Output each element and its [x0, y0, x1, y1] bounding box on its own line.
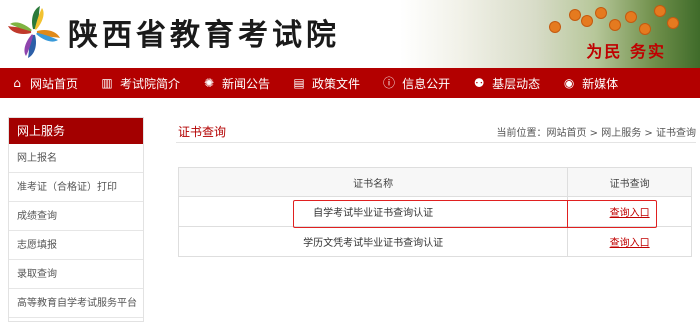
main-nav: ⌂ 网站首页 ▥ 考试院简介 ✺ 新闻公告 ▤ 政策文件 ⓘ 信息公开 ⚉ 基层…: [0, 68, 700, 98]
sidebar-item-scores[interactable]: 成绩查询: [9, 202, 143, 231]
site-title: 陕西省教育考试院: [68, 18, 340, 53]
nav-item-about[interactable]: ▥ 考试院简介: [100, 75, 180, 92]
people-icon: ⚉: [473, 76, 485, 90]
news-icon: ✺: [204, 76, 215, 90]
site-header: 陕西省教育考试院 为民 务实: [0, 0, 700, 68]
breadcrumb: 当前位置：网站首页 > 网上服务 > 证书查询: [497, 124, 697, 139]
certificate-name: 自学考试毕业证书查询认证: [177, 196, 569, 227]
column-header-name: 证书名称: [177, 167, 569, 197]
nav-item-media[interactable]: ◉ 新媒体: [562, 75, 618, 92]
nav-item-policy[interactable]: ▤ 政策文件: [292, 75, 360, 92]
sidebar-item-registration[interactable]: 网上报名: [9, 144, 143, 173]
nav-item-home[interactable]: ⌂ 网站首页: [10, 75, 78, 92]
query-entry-link[interactable]: 查询入口: [610, 238, 650, 249]
sidebar: 网上服务 网上报名 准考证（合格证）打印 成绩查询 志愿填报 录取查询 高等教育…: [8, 117, 144, 322]
pinwheel-logo-icon[interactable]: [6, 4, 62, 60]
page-title: 证书查询: [178, 125, 227, 139]
breadcrumb-home[interactable]: 网站首页: [547, 128, 587, 139]
sidebar-title: 网上服务: [9, 118, 143, 144]
document-icon: ▤: [293, 76, 305, 90]
media-icon: ◉: [563, 76, 575, 90]
table-row: 学历文凭考试毕业证书查询认证 查询入口: [177, 226, 692, 257]
nav-item-news[interactable]: ✺ 新闻公告: [202, 75, 270, 92]
main-content: 证书查询 当前位置：网站首页 > 网上服务 > 证书查询 证书名称 证书查询 自…: [176, 117, 696, 327]
sidebar-item-admission-results[interactable]: 录取查询: [9, 260, 143, 289]
sidebar-item-admission-ticket[interactable]: 准考证（合格证）打印: [9, 173, 143, 202]
breadcrumb-separator: >: [641, 128, 656, 139]
breadcrumb-services[interactable]: 网上服务: [601, 128, 641, 139]
building-icon: ▥: [101, 76, 113, 90]
content-header: 证书查询 当前位置：网站首页 > 网上服务 > 证书查询: [176, 117, 696, 143]
breadcrumb-prefix: 当前位置：: [496, 128, 547, 139]
table-header-row: 证书名称 证书查询: [177, 167, 692, 197]
nav-label: 网站首页: [30, 76, 79, 91]
table-row: 自学考试毕业证书查询认证 查询入口: [177, 196, 692, 227]
nav-label: 考试院简介: [120, 76, 181, 91]
home-icon: ⌂: [13, 76, 21, 90]
breadcrumb-separator: >: [586, 128, 602, 139]
nav-item-local[interactable]: ⚉ 基层动态: [472, 75, 540, 92]
sidebar-item-applications[interactable]: 志愿填报: [9, 231, 143, 260]
breadcrumb-current: 证书查询: [656, 128, 696, 139]
nav-label: 政策文件: [312, 76, 361, 91]
query-entry-link[interactable]: 查询入口: [610, 208, 650, 219]
certificate-table: 证书名称 证书查询 自学考试毕业证书查询认证 查询入口 学历文凭考试毕业证书查询…: [177, 167, 692, 257]
sidebar-item-self-study-platform[interactable]: 高等教育自学考试服务平台: [9, 289, 143, 318]
nav-label: 基层动态: [492, 76, 541, 91]
nav-label: 信息公开: [402, 76, 451, 91]
nav-label: 新闻公告: [222, 76, 271, 91]
column-header-query: 证书查询: [567, 167, 692, 197]
slogan-text: 为民 务实: [586, 42, 666, 61]
certificate-name: 学历文凭考试毕业证书查询认证: [177, 226, 569, 257]
nav-label: 新媒体: [582, 76, 619, 91]
info-icon: ⓘ: [383, 76, 396, 90]
nav-item-info[interactable]: ⓘ 信息公开: [382, 75, 450, 92]
